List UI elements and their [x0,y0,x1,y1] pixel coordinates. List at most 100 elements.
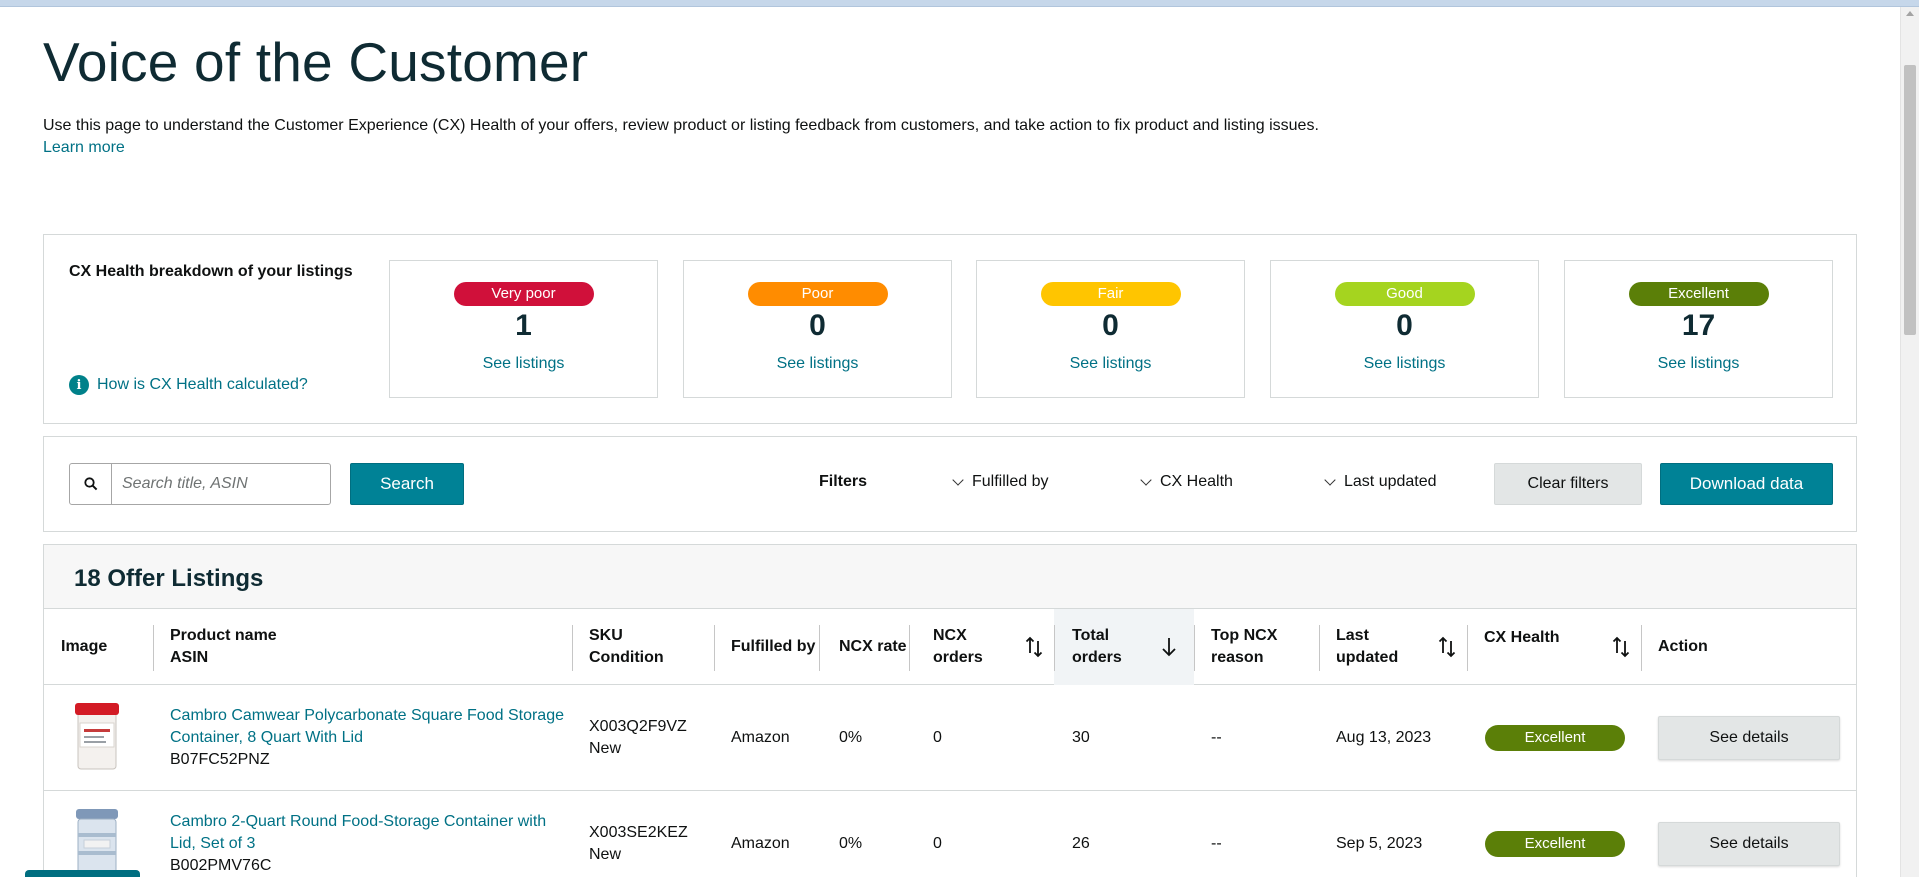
column-separator [572,625,573,671]
see-listings-poor-link[interactable]: See listings [684,355,951,373]
product-condition: New [589,846,622,863]
page-title: Voice of the Customer [43,31,589,93]
top-ncx-reason-value: -- [1211,835,1222,852]
health-card-very-poor: Very poor 1 See listings [389,260,658,398]
product-condition: New [589,740,622,757]
product-sku: X003SE2KEZ [589,824,688,841]
cx-health-badge: Excellent [1485,725,1625,751]
health-card-excellent: Excellent 17 See listings [1564,260,1833,398]
sort-icon[interactable] [1438,633,1456,661]
learn-more-link[interactable]: Learn more [43,139,125,157]
cx-health-help-link[interactable]: i How is CX Health calculated? [69,375,308,395]
cx-health-breakdown: CX Health breakdown of your listings i H… [43,234,1857,424]
ncx-rate-value: 0% [839,729,863,746]
chevron-down-icon [952,473,964,486]
search-filter-bar: Search Filters Fulfilled by CX Health La… [43,436,1857,532]
page-scrollbar[interactable] [1900,7,1919,877]
page-description: Use this page to understand the Customer… [43,117,1319,134]
fulfilled-by-value: Amazon [731,729,790,746]
column-header-ncx-orders: NCX orders [933,627,983,666]
see-details-button[interactable]: See details [1658,822,1840,866]
health-count-fair: 0 [1102,309,1119,342]
product-name-link[interactable]: Cambro Camwear Polycarbonate Square Food… [170,705,570,749]
search-button[interactable]: Search [350,463,464,505]
column-header-cx-health: CX Health [1484,629,1560,646]
column-separator [153,625,154,671]
product-asin: B07FC52PNZ [170,751,270,768]
column-header-fulfilled-by: Fulfilled by [731,638,816,655]
table-header-bar: 18 Offer Listings [44,545,1856,609]
product-image[interactable] [70,807,124,877]
sort-icon[interactable] [1025,633,1043,661]
last-updated-dropdown-label: Last updated [1344,473,1437,490]
top-ncx-reason-value: -- [1211,729,1222,746]
health-count-very-poor: 1 [515,309,532,342]
cx-health-badge: Excellent [1485,831,1625,857]
last-updated-value: Aug 13, 2023 [1336,729,1432,746]
total-orders-value: 30 [1072,729,1090,746]
scrollbar-thumb[interactable] [1904,65,1916,335]
sort-icon[interactable] [1612,633,1630,661]
health-count-excellent: 17 [1681,309,1716,342]
see-listings-excellent-link[interactable]: See listings [1565,355,1832,373]
column-header-ncx-rate: NCX rate [839,638,907,655]
column-header-top-ncx-reason: Top NCX reason [1211,627,1278,666]
offer-listings-table: 18 Offer Listings Image Product name ASIN… [43,544,1857,877]
column-header-total-orders: Total orders [1072,627,1122,666]
column-separator [714,625,715,671]
column-separator [1054,625,1055,671]
column-header-sku: SKU Condition [589,627,664,666]
see-details-button[interactable]: See details [1658,716,1840,760]
column-header-action: Action [1658,638,1708,655]
see-listings-fair-link[interactable]: See listings [977,355,1244,373]
cx-health-dropdown[interactable]: CX Health [1140,473,1233,491]
health-pill-good: Good [1334,282,1475,306]
info-icon: i [69,375,89,395]
table-column-headers: Image Product name ASIN SKU Condition Fulf… [44,609,1856,685]
last-updated-dropdown[interactable]: Last updated [1324,473,1437,491]
health-pill-very-poor: Very poor [453,282,594,306]
fulfilled-by-dropdown[interactable]: Fulfilled by [952,473,1049,491]
product-sku: X003Q2F9VZ [589,718,687,735]
ncx-orders-value: 0 [933,835,942,852]
chevron-down-icon [1324,473,1336,486]
fulfilled-by-value: Amazon [731,835,790,852]
filters-label: Filters [819,473,868,490]
health-count-poor: 0 [809,309,826,342]
sort-descending-icon[interactable] [1160,633,1178,661]
see-listings-very-poor-link[interactable]: See listings [390,355,657,373]
health-card-poor: Poor 0 See listings [683,260,952,398]
search-input[interactable] [112,464,322,504]
column-separator [1641,625,1642,671]
total-orders-value: 26 [1072,835,1090,852]
column-header-image: Image [61,638,108,655]
fulfilled-by-dropdown-label: Fulfilled by [972,473,1049,490]
health-card-good: Good 0 See listings [1270,260,1539,398]
column-header-last-updated: Last updated [1336,627,1399,666]
column-header-product: Product name ASIN [170,627,277,666]
health-pill-excellent: Excellent [1628,282,1769,306]
cx-health-heading: CX Health breakdown of your listings [69,263,353,280]
column-separator [1319,625,1320,671]
last-updated-value: Sep 5, 2023 [1336,835,1423,852]
clear-filters-button[interactable]: Clear filters [1494,463,1642,505]
health-pill-poor: Poor [747,282,888,306]
scroll-up-arrow-icon[interactable] [1906,11,1914,16]
chevron-down-icon [1140,473,1152,486]
feedback-tab[interactable] [25,870,140,877]
download-data-button[interactable]: Download data [1660,463,1833,505]
see-listings-good-link[interactable]: See listings [1271,355,1538,373]
cx-health-help-label: How is CX Health calculated? [97,376,308,393]
column-separator [1467,625,1468,671]
product-image[interactable] [70,701,124,773]
health-pill-fair: Fair [1040,282,1181,306]
ncx-orders-value: 0 [933,729,942,746]
table-row: Cambro 2-Quart Round Food-Storage Contai… [44,791,1856,877]
listing-count-title: 18 Offer Listings [74,565,264,592]
product-name-link[interactable]: Cambro 2-Quart Round Food-Storage Contai… [170,811,570,855]
column-separator [819,625,820,671]
product-asin: B002PMV76C [170,857,272,874]
search-icon [83,477,97,491]
search-icon-box [70,464,112,504]
health-count-good: 0 [1396,309,1413,342]
